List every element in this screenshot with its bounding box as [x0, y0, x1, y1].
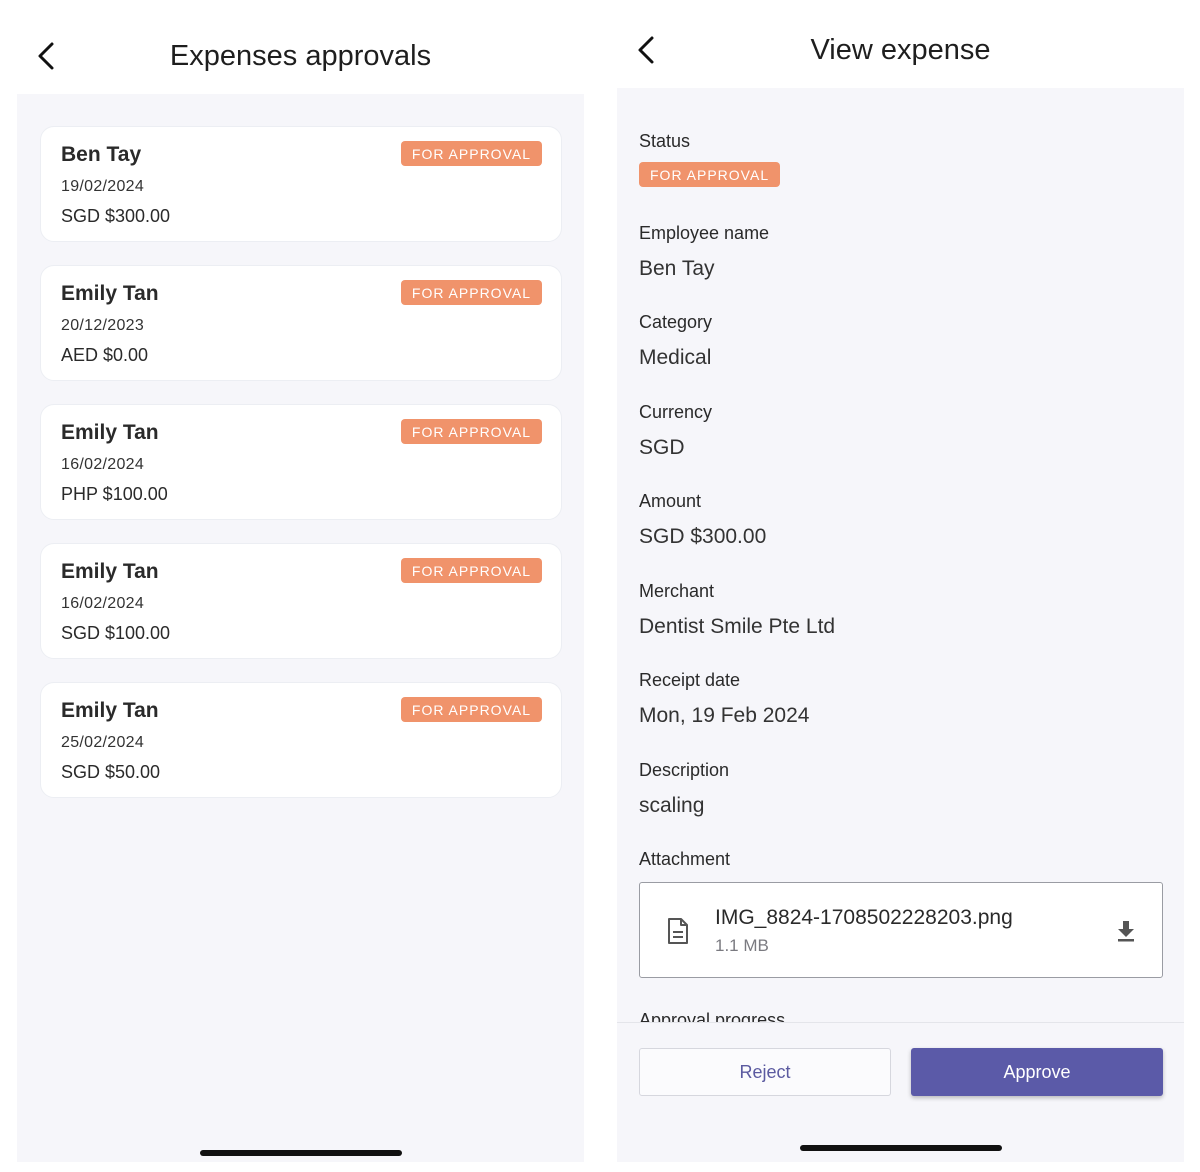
status-field: Status FOR APPROVAL [639, 131, 781, 187]
description-label: Description [639, 760, 730, 780]
status-badge: FOR APPROVAL [639, 162, 781, 187]
expense-amount: SGD $50.00 [61, 762, 161, 782]
reject-button[interactable]: Reject [639, 1048, 891, 1096]
amount-field: Amount SGD $300.00 [639, 491, 766, 549]
view-expense-screen: View expense Status FOR APPROVAL Employe… [617, 0, 1184, 1162]
employee-name: Emily Tan [61, 699, 159, 722]
attachment-file-name: IMG_8824-1708502228203.png [715, 906, 1013, 929]
receipt-date-label: Receipt date [639, 670, 741, 690]
attachment-file-size: 1.1 MB [715, 936, 769, 955]
expense-amount: PHP $100.00 [61, 484, 168, 504]
home-indicator [800, 1145, 1002, 1151]
attachment-card[interactable]: IMG_8824-1708502228203.png 1.1 MB [639, 882, 1163, 978]
expenses-approvals-screen: Expenses approvals Ben Tay FOR APPROVAL … [17, 0, 584, 1162]
employee-name: Emily Tan [61, 421, 159, 444]
status-badge: FOR APPROVAL [400, 141, 542, 166]
expense-card[interactable]: Emily Tan FOR APPROVAL 20/12/2023 AED $0… [40, 265, 562, 381]
amount-value: SGD $300.00 [639, 525, 767, 548]
header: View expense [617, 0, 1184, 88]
category-field: Category Medical [639, 312, 712, 370]
status-label: Status [639, 131, 691, 151]
download-icon [1118, 921, 1134, 942]
status-badge: FOR APPROVAL [400, 419, 542, 444]
expense-date: 16/02/2024 [61, 456, 145, 473]
expense-amount: SGD $300.00 [61, 206, 171, 226]
employee-name: Emily Tan [61, 282, 159, 305]
merchant-label: Merchant [639, 581, 715, 601]
receipt-date-field: Receipt date Mon, 19 Feb 2024 [639, 670, 809, 728]
home-indicator [200, 1150, 402, 1156]
description-value: scaling [639, 794, 705, 817]
expense-card[interactable]: Emily Tan FOR APPROVAL 16/02/2024 SGD $1… [40, 543, 562, 659]
expense-amount: AED $0.00 [61, 345, 149, 365]
expense-amount: SGD $100.00 [61, 623, 171, 643]
download-button[interactable] [1114, 917, 1138, 945]
expense-list: Ben Tay FOR APPROVAL 19/02/2024 SGD $300… [17, 94, 584, 1162]
expense-date: 25/02/2024 [61, 734, 145, 751]
page-title: Expenses approvals [169, 40, 432, 72]
amount-label: Amount [639, 491, 702, 511]
status-badge: FOR APPROVAL [400, 280, 542, 305]
expense-date: 19/02/2024 [61, 178, 145, 195]
expense-card[interactable]: Ben Tay FOR APPROVAL 19/02/2024 SGD $300… [40, 126, 562, 242]
expense-date: 20/12/2023 [61, 317, 145, 334]
expense-card[interactable]: Emily Tan FOR APPROVAL 25/02/2024 SGD $5… [40, 682, 562, 798]
category-label: Category [639, 312, 713, 332]
merchant-value: Dentist Smile Pte Ltd [639, 615, 836, 638]
expense-date: 16/02/2024 [61, 595, 145, 612]
employee-name: Emily Tan [61, 560, 159, 583]
header: Expenses approvals [17, 0, 584, 94]
description-field: Description scaling [639, 760, 729, 818]
action-bar: Reject Approve [617, 1022, 1184, 1162]
employee-name-label: Employee name [639, 223, 770, 243]
document-icon [668, 918, 688, 944]
expense-details: Status FOR APPROVAL Employee name Ben Ta… [617, 88, 1184, 1022]
currency-field: Currency SGD [639, 402, 712, 460]
status-badge: FOR APPROVAL [400, 697, 542, 722]
employee-name-value: Ben Tay [639, 257, 715, 280]
approve-button[interactable]: Approve [911, 1048, 1163, 1096]
page-title: View expense [810, 34, 991, 66]
expense-card[interactable]: Emily Tan FOR APPROVAL 16/02/2024 PHP $1… [40, 404, 562, 520]
currency-value: SGD [639, 436, 685, 459]
employee-name-field: Employee name Ben Tay [639, 223, 769, 281]
status-badge: FOR APPROVAL [400, 558, 542, 583]
category-value: Medical [639, 346, 712, 369]
approval-progress-label: Approval progress [639, 1010, 786, 1022]
employee-name: Ben Tay [61, 143, 142, 166]
attachment-field: Attachment [639, 849, 730, 870]
merchant-field: Merchant Dentist Smile Pte Ltd [639, 581, 835, 639]
currency-label: Currency [639, 402, 713, 422]
receipt-date-value: Mon, 19 Feb 2024 [639, 704, 810, 727]
attachment-label: Attachment [639, 849, 731, 869]
